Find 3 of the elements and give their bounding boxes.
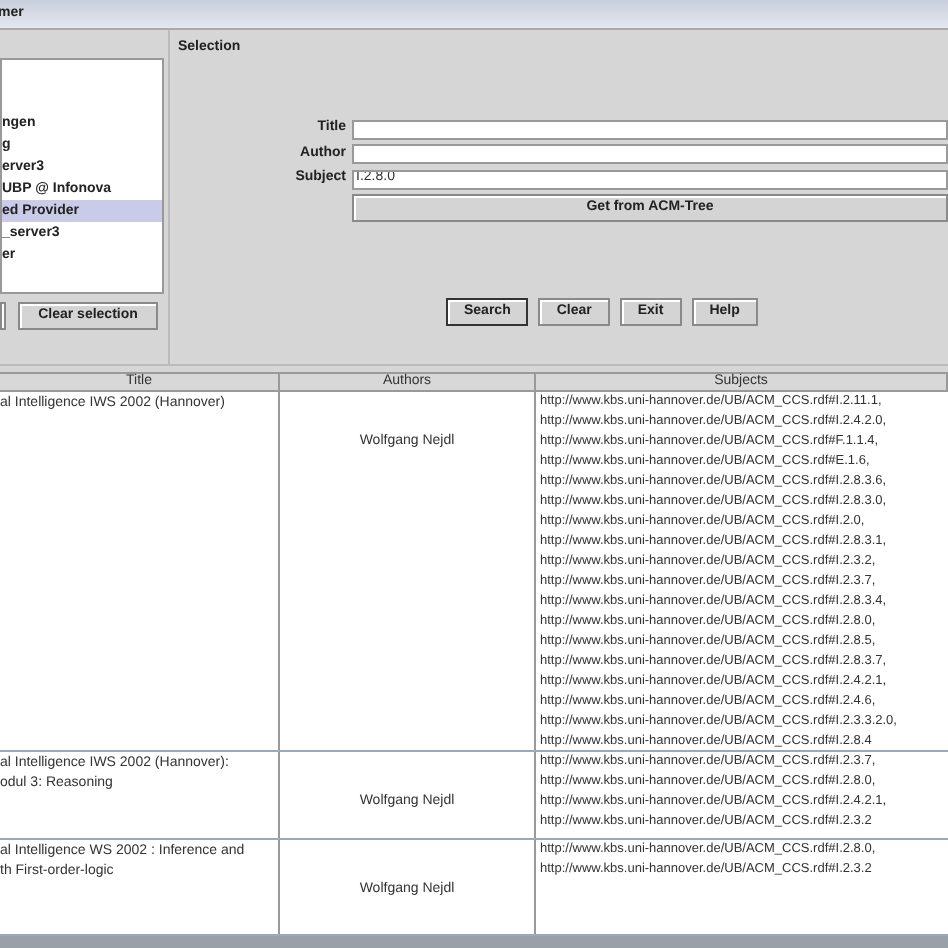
input-field[interactable] [352,119,948,140]
input-field[interactable] [352,144,948,165]
provider-button[interactable] [0,301,6,330]
